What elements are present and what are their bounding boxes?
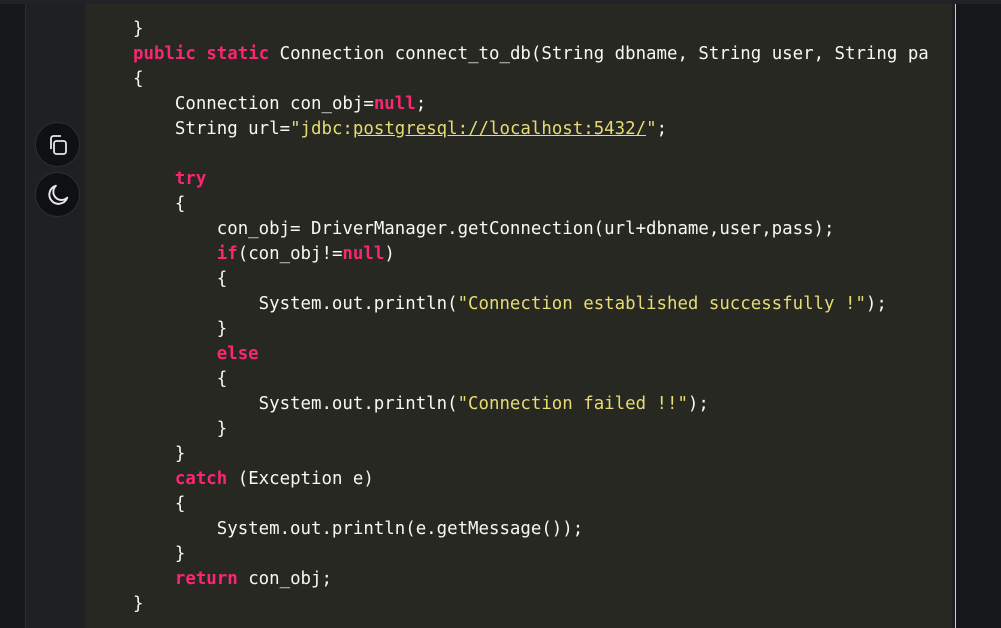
string-literal: "Connection established successfully !" <box>457 294 866 314</box>
code-line: Connection con_obj=null; <box>133 92 929 117</box>
code-line: { <box>133 367 929 392</box>
keyword: if <box>216 244 238 264</box>
code-line: { <box>133 67 929 92</box>
keyword: return <box>174 569 238 589</box>
code-text: con_obj= DriverManager.getConnection(url… <box>216 219 835 239</box>
keyword: public <box>133 44 196 64</box>
keyword: null <box>373 94 416 114</box>
code-text: con_obj; <box>237 569 332 589</box>
code-text: ); <box>687 394 709 414</box>
code-text: System.out.println( <box>258 394 458 414</box>
code-line: } <box>133 17 929 42</box>
code-text: { <box>174 194 186 214</box>
code-text: { <box>216 369 228 389</box>
code-line: con_obj= DriverManager.getConnection(url… <box>133 217 929 242</box>
code-line: return con_obj; <box>133 567 929 592</box>
code-text: Connection connect_to_db(String dbname, … <box>269 44 929 64</box>
keyword: else <box>216 344 259 364</box>
copy-button[interactable] <box>35 122 80 167</box>
code-text: } <box>133 19 144 39</box>
code-text: { <box>216 269 228 289</box>
code-text: System.out.println( <box>258 294 458 314</box>
code-line: } <box>133 542 929 567</box>
code-text: } <box>216 319 228 339</box>
keyword: catch <box>174 469 228 489</box>
code-line: String url="jdbc:postgresql://localhost:… <box>133 117 929 142</box>
code-text: } <box>133 594 144 614</box>
code-line: else <box>133 342 929 367</box>
code-text: ; <box>415 94 427 114</box>
code-text: } <box>174 444 186 464</box>
code-text: } <box>174 544 186 564</box>
code-text: ); <box>865 294 887 314</box>
string-literal: jdbc: <box>300 119 353 139</box>
code-line: System.out.println("Connection failed !!… <box>133 392 929 417</box>
theme-toggle-button[interactable] <box>35 172 80 217</box>
code-text: { <box>133 69 144 89</box>
code-line: { <box>133 267 929 292</box>
string-literal: " <box>290 119 301 139</box>
code-line: { <box>133 192 929 217</box>
code-text: } <box>216 419 228 439</box>
keyword: static <box>206 44 270 64</box>
code-text: ) <box>384 244 395 264</box>
keyword: try <box>174 169 207 189</box>
code-text: ; <box>656 119 668 139</box>
code-line: System.out.println(e.getMessage()); <box>133 517 929 542</box>
code-text: (Exception e) <box>227 469 374 489</box>
url-link[interactable]: postgresql://localhost:5432/ <box>353 119 646 139</box>
moon-icon <box>45 182 71 208</box>
code-line: } <box>133 442 929 467</box>
code-line: if(con_obj!=null) <box>133 242 929 267</box>
code-line: catch (Exception e) <box>133 467 929 492</box>
string-literal: " <box>646 119 657 139</box>
code-text: { <box>174 494 186 514</box>
code-text: Connection con_obj= <box>174 94 374 114</box>
keyword: null <box>342 244 385 264</box>
code-text: System.out.println(e.getMessage()); <box>216 519 584 539</box>
code-line: try <box>133 167 929 192</box>
page: } public static Connection connect_to_db(… <box>0 0 1001 628</box>
code-text: (con_obj!= <box>237 244 343 264</box>
code-line: } <box>133 417 929 442</box>
code-line: System.out.println("Connection establish… <box>133 292 929 317</box>
code-listing: } public static Connection connect_to_db(… <box>133 17 929 617</box>
copy-icon <box>46 133 70 157</box>
code-line: { <box>133 492 929 517</box>
string-literal: "Connection failed !!" <box>457 394 688 414</box>
code-text: String url= <box>174 119 291 139</box>
code-line: public static Connection connect_to_db(S… <box>133 42 929 67</box>
code-block[interactable]: } public static Connection connect_to_db(… <box>85 4 952 628</box>
code-line: } <box>133 317 929 342</box>
code-line: } <box>133 592 929 617</box>
